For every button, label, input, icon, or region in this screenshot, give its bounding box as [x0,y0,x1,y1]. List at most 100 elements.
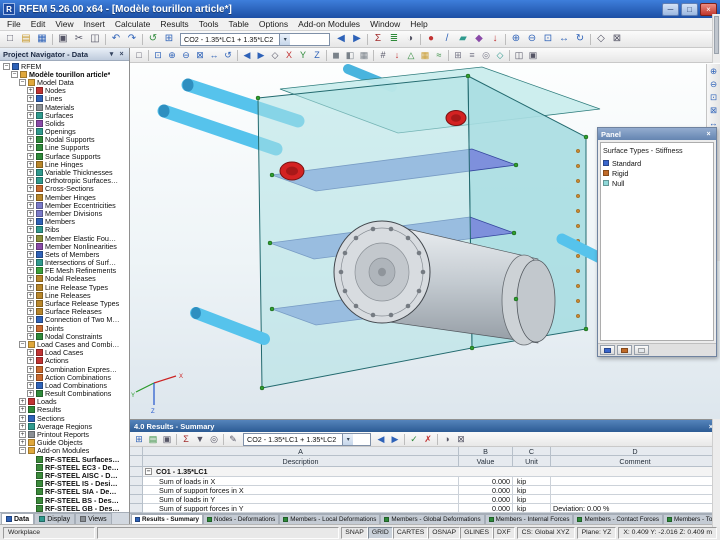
expand-icon[interactable]: + [27,308,34,315]
panel-window[interactable]: Panel × Surface Types - Stiffness Standa… [597,127,717,357]
tree-item-surface-supports[interactable]: +Surface Supports [1,152,120,160]
new-surface-icon[interactable]: ▰ [455,32,471,46]
expand-icon[interactable]: + [27,226,34,233]
expand-icon[interactable]: + [19,439,26,446]
menu-results[interactable]: Results [155,19,193,29]
zoom-all-icon[interactable]: ⊠ [193,49,207,62]
expand-icon[interactable]: + [27,316,34,323]
expand-icon[interactable]: + [27,243,34,250]
next-view-icon[interactable]: ▶ [254,49,268,62]
tree-item-line-release-types[interactable]: +Line Release Types [1,283,120,291]
results-tab-nodes-deformations[interactable]: Nodes - Deformations [203,514,279,524]
tree-item-connection-of-two-members[interactable]: +Connection of Two Members [1,316,120,324]
expand-icon[interactable]: + [27,87,34,94]
previous-result-icon[interactable]: ◀ [374,433,388,446]
collapse-icon[interactable]: − [19,79,26,86]
result-description[interactable]: Sum of support forces in Y [143,504,459,513]
tree-item-printout-reports[interactable]: +Printout Reports [1,430,120,438]
result-value[interactable]: 0.000 [459,495,513,504]
expand-icon[interactable]: + [27,153,34,160]
tree-item-loads[interactable]: +Loads [1,398,120,406]
close-table-icon[interactable]: ⊠ [454,433,468,446]
navigator-tab-views[interactable]: Views [75,513,112,524]
panel-factors-button[interactable] [617,345,632,355]
column-header-unit[interactable]: Unit [513,456,551,467]
tree-item-result-combinations[interactable]: +Result Combinations [1,390,120,398]
previous-view-icon[interactable]: ◀ [240,49,254,62]
result-value[interactable]: 0.000 [459,504,513,513]
column-letter-c[interactable]: C [513,447,551,456]
menu-file[interactable]: File [2,19,26,29]
print-icon[interactable]: ▣ [55,32,71,46]
results-header-bar[interactable]: 4.0 Results - Summary × [130,420,720,432]
expand-icon[interactable]: + [27,259,34,266]
tree-item-rf-steel-ec3-design-of-steel-members[interactable]: RF-STEEL EC3 - Design of steel members [1,463,120,471]
next-load-case-icon[interactable]: ▶ [349,32,365,46]
guidelines-icon[interactable]: ≡ [465,49,479,62]
export-table-icon[interactable]: ▤ [146,433,160,446]
expand-icon[interactable]: + [27,161,34,168]
zoom-window-icon[interactable]: ⊡ [540,32,556,46]
zoom-out-icon[interactable]: ⊖ [707,78,720,91]
expand-icon[interactable]: + [27,325,34,332]
zoom-out-icon[interactable]: ⊖ [524,32,540,46]
panel-title-bar[interactable]: Panel × [598,128,716,140]
navigator-tab-display[interactable]: Display [34,513,75,524]
tree-item-line-hinges[interactable]: +Line Hinges [1,160,120,168]
tree-item-results[interactable]: +Results [1,406,120,414]
navigator-tab-data[interactable]: Data [1,513,34,524]
tables-icon[interactable]: ⊞ [161,32,177,46]
menu-table[interactable]: Table [224,19,254,29]
new-window-icon[interactable]: ◫ [512,49,526,62]
expand-icon[interactable]: + [27,382,34,389]
column-header-value[interactable]: Value [459,456,513,467]
tree-item-rf-steel-sia-design-of-steel-members[interactable]: RF-STEEL SIA - Design of steel members [1,488,120,496]
result-group-row[interactable]: −CO1 - 1.35*LC1 [143,467,720,477]
tree-item-combination-expressions[interactable]: +Combination Expressions [1,365,120,373]
expand-icon[interactable]: + [19,398,26,405]
view-x-icon[interactable]: X [282,49,296,62]
results-combo[interactable]: CO2 - 1.35*LC1 + 1.35*LC2 ▾ [243,433,371,446]
results-tab-members-contact-forces[interactable]: Members - Contact Forces [573,514,663,524]
menu-insert[interactable]: Insert [79,19,110,29]
tree-item-model-data[interactable]: −Model Data [1,78,120,86]
tree-item-rf-steel-aisc-design-of-steel-members[interactable]: RF-STEEL AISC - Design of steel members [1,471,120,479]
tree-item-nodes[interactable]: +Nodes [1,87,120,95]
tree-item-surface-releases[interactable]: +Surface Releases [1,308,120,316]
tree-item-rf-steel-gb-design-of-steel-members[interactable]: RF-STEEL GB - Design of steel members [1,504,120,512]
tree-item-variable-thicknesses[interactable]: +Variable Thicknesses [1,168,120,176]
panel-filter-button[interactable] [634,345,649,355]
tree-item-member-elastic-foundations[interactable]: +Member Elastic Foundations [1,234,120,242]
expand-icon[interactable]: + [27,284,34,291]
pan-icon[interactable]: ↔ [207,49,221,62]
tree-item-member-hinges[interactable]: +Member Hinges [1,193,120,201]
expand-icon[interactable]: + [27,267,34,274]
expand-icon[interactable]: + [27,235,34,242]
grid-icon[interactable]: ⊞ [451,49,465,62]
tree-item-member-eccentricities[interactable]: +Member Eccentricities [1,201,120,209]
expand-icon[interactable]: + [27,120,34,127]
isometric-view-icon[interactable]: ◇ [268,49,282,62]
legend-item-standard[interactable]: Standard [603,158,711,168]
next-result-icon[interactable]: ▶ [388,433,402,446]
collapse-icon[interactable]: − [19,341,26,348]
tree-item-load-combinations[interactable]: +Load Combinations [1,381,120,389]
expand-icon[interactable]: + [27,275,34,282]
status-toggle-osnap[interactable]: OSNAP [428,527,460,539]
render-solid-icon[interactable]: ◼ [329,49,343,62]
tree-item-sets-of-members[interactable]: +Sets of Members [1,250,120,258]
expand-icon[interactable]: + [27,218,34,225]
rotate-view-icon[interactable]: ↻ [572,32,588,46]
tree-item-nodal-constraints[interactable]: +Nodal Constraints [1,332,120,340]
isometric-view-icon[interactable]: ◇ [593,32,609,46]
tree-item-surfaces[interactable]: +Surfaces [1,111,120,119]
tree-item-joints[interactable]: +Joints [1,324,120,332]
tree-item-nodal-releases[interactable]: +Nodal Releases [1,275,120,283]
column-header-comment[interactable]: Comment [551,456,720,467]
collapse-icon[interactable]: − [19,447,26,454]
previous-load-case-icon[interactable]: ◀ [333,32,349,46]
tree-item-intersections-of-surfaces[interactable]: +Intersections of Surfaces [1,259,120,267]
legend-item-null[interactable]: Null [603,178,711,188]
show-results-icon[interactable]: ≣ [386,32,402,46]
result-comment[interactable] [551,486,720,495]
